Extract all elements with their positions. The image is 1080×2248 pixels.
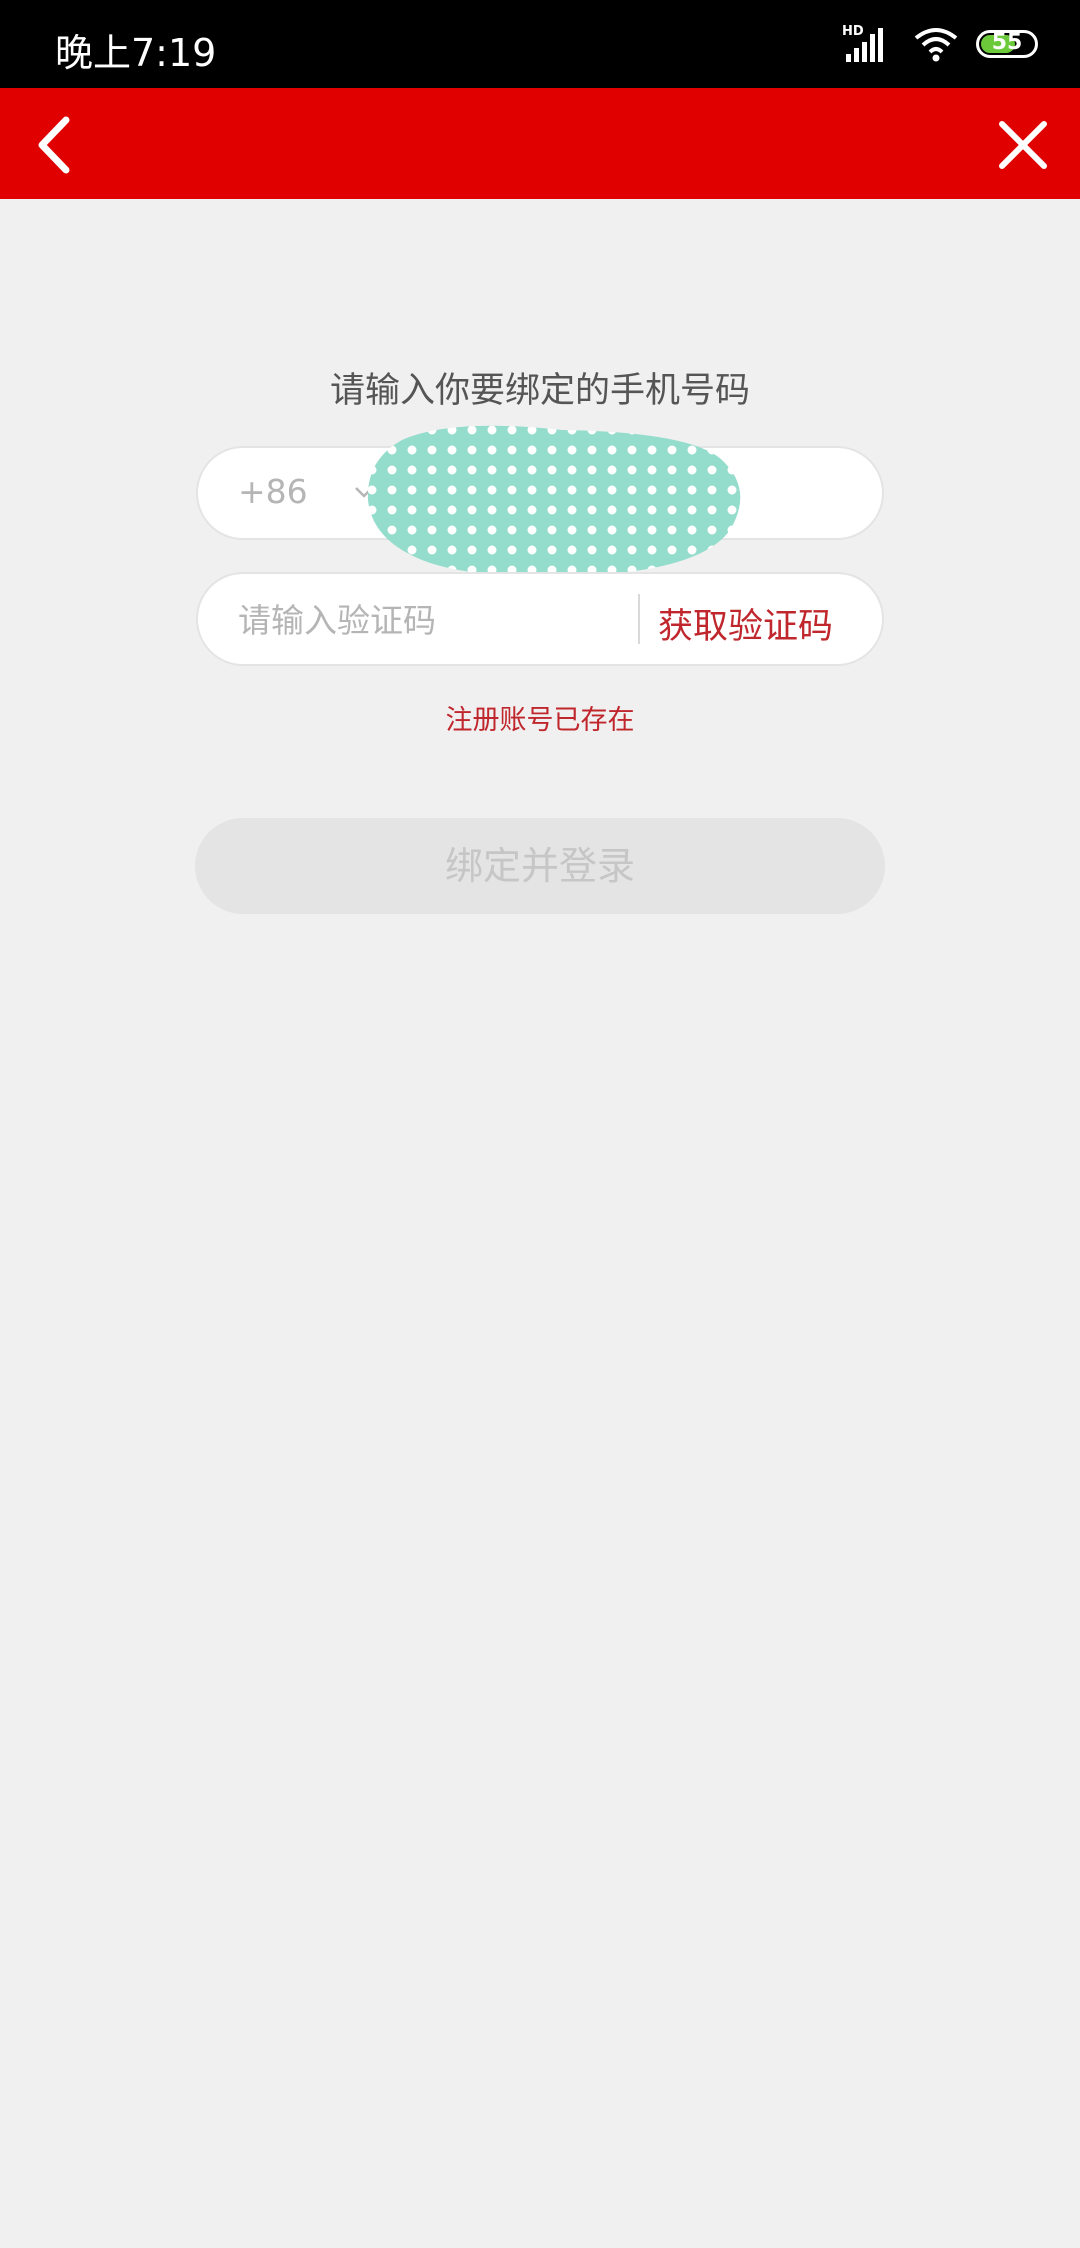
redaction-overlay [367,425,741,577]
page-heading: 请输入你要绑定的手机号码 [329,371,750,411]
close-icon [999,121,1047,169]
field-divider [638,594,640,644]
back-button[interactable] [22,110,92,180]
error-message: 注册账号已存在 [445,705,635,736]
hd-label: HD [842,24,864,39]
bind-and-login-button[interactable]: 绑定并登录 [195,818,885,914]
battery-icon: 55 [976,30,1038,58]
app-bar [0,88,1080,199]
battery-level: 55 [991,30,1023,55]
verification-code-field[interactable]: 获取验证码 [196,572,884,666]
status-icons: HD 55 [842,24,1038,64]
cellular-signal-icon: HD [842,24,896,64]
close-button[interactable] [988,110,1058,180]
country-code[interactable]: +86 [238,472,308,511]
wifi-icon [914,28,958,62]
get-code-button[interactable]: 获取验证码 [658,598,833,649]
status-bar: 晚上7:19 HD 55 [0,0,1080,88]
chevron-left-icon [38,116,70,174]
verification-code-input[interactable] [236,574,640,666]
status-time: 晚上7:19 [55,31,217,75]
